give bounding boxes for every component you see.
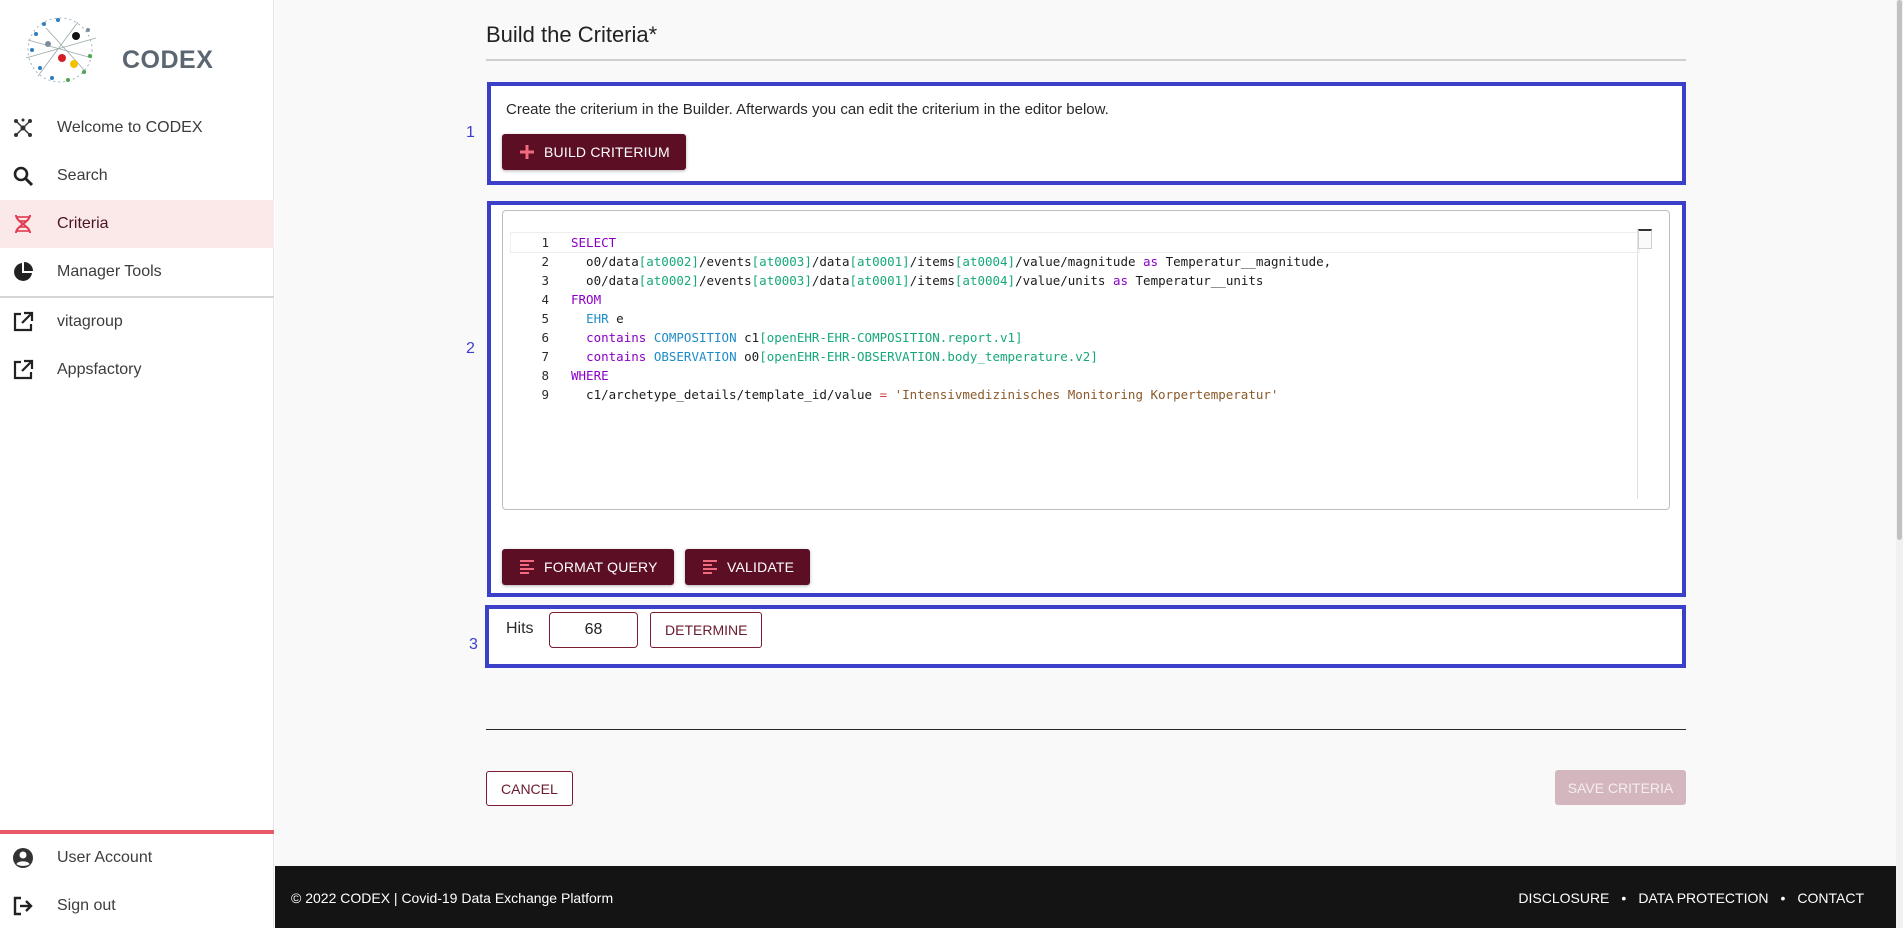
hits-label: Hits — [506, 620, 534, 637]
sidebar-item-label: Search — [57, 167, 108, 184]
code-line: 7 contains OBSERVATION o0[openEHR-EHR-OB… — [541, 349, 1098, 364]
format-query-label: FORMAT QUERY — [544, 559, 658, 575]
format-align-icon — [701, 558, 719, 576]
validate-label: VALIDATE — [727, 559, 795, 575]
search-icon — [11, 164, 35, 188]
code-line: 3 o0/data[at0002]/events[at0003]/data[at… — [541, 273, 1264, 288]
sidebar-item-sign-out[interactable]: Sign out — [0, 882, 274, 928]
form-divider — [486, 729, 1686, 730]
external-link-icon — [11, 310, 35, 334]
footer-link-disclosure[interactable]: DISCLOSURE — [1518, 890, 1609, 906]
sidebar-item-manager-tools[interactable]: Manager Tools — [0, 248, 274, 296]
title-divider — [486, 59, 1686, 61]
sidebar-item-label: Criteria — [57, 215, 109, 232]
build-criterium-button[interactable]: BUILD CRITERIUM — [502, 134, 686, 170]
code-line: 4 FROM — [541, 292, 602, 307]
molecule-icon — [11, 116, 35, 140]
cancel-button[interactable]: CANCEL — [486, 771, 573, 806]
sidebar-item-label: vitagroup — [57, 313, 123, 330]
sidebar-item-label: Sign out — [57, 897, 116, 914]
footer: © 2022 CODEX | Covid-19 Data Exchange Pl… — [275, 866, 1896, 928]
save-criteria-button[interactable]: SAVE CRITERIA — [1555, 770, 1686, 805]
footer-separator: • — [1780, 890, 1786, 906]
sidebar: CODEX Welcome to CODEX Search Criteria M… — [0, 0, 274, 928]
format-align-icon — [518, 558, 536, 576]
logo-text: CODEX — [122, 46, 214, 74]
footer-separator: • — [1621, 890, 1627, 906]
hits-count-field[interactable] — [549, 612, 638, 648]
step-number-1: 1 — [466, 124, 475, 141]
sidebar-item-label: User Account — [57, 849, 153, 866]
step-number-3: 3 — [469, 636, 478, 653]
plus-icon — [518, 143, 536, 161]
sidebar-item-appsfactory[interactable]: Appsfactory — [0, 346, 274, 394]
code-line: 1 SELECT — [510, 232, 1640, 253]
builder-hint: Create the criterium in the Builder. Aft… — [506, 101, 1109, 118]
sidebar-item-label: Appsfactory — [57, 361, 142, 378]
page-title: Build the Criteria* — [486, 22, 658, 47]
dna-icon — [11, 212, 35, 236]
sidebar-item-label: Manager Tools — [57, 263, 162, 280]
validate-button[interactable]: VALIDATE — [685, 549, 811, 585]
query-editor[interactable]: 1 SELECT 2 o0/data[at0002]/events[at0003]… — [502, 210, 1670, 510]
step-number-2: 2 — [466, 340, 475, 357]
format-query-button[interactable]: FORMAT QUERY — [502, 549, 674, 585]
editor-scrollbar[interactable] — [1637, 229, 1638, 499]
pie-chart-icon — [11, 260, 35, 284]
page-scrollbar-thumb[interactable] — [1897, 0, 1902, 540]
sidebar-item-search[interactable]: Search — [0, 152, 274, 200]
editor-minimap[interactable] — [1638, 229, 1652, 249]
sidebar-item-vitagroup[interactable]: vitagroup — [0, 298, 274, 346]
sidebar-item-user-account[interactable]: User Account — [0, 834, 274, 882]
editor-content[interactable]: 1 SELECT 2 o0/data[at0002]/events[at0003]… — [510, 232, 1640, 404]
footer-links: DISCLOSURE • DATA PROTECTION • CONTACT — [1518, 890, 1864, 906]
build-criterium-label: BUILD CRITERIUM — [544, 144, 670, 160]
code-line: 2 o0/data[at0002]/events[at0003]/data[at… — [541, 254, 1332, 269]
code-line: 6 contains COMPOSITION c1[openEHR-EHR-CO… — [541, 330, 1023, 345]
footer-link-data-protection[interactable]: DATA PROTECTION — [1638, 890, 1768, 906]
account-circle-icon — [11, 846, 35, 870]
footer-link-contact[interactable]: CONTACT — [1797, 890, 1864, 906]
code-line: 5 EHR e — [541, 311, 624, 326]
code-line: 8 WHERE — [541, 368, 609, 383]
codex-logo[interactable]: CODEX — [18, 10, 213, 90]
code-line: 9 c1/archetype_details/template_id/value… — [541, 387, 1279, 402]
sidebar-item-criteria[interactable]: Criteria — [0, 200, 274, 248]
sidebar-item-label: Welcome to CODEX — [57, 119, 203, 136]
determine-button[interactable]: DETERMINE — [650, 612, 763, 648]
external-link-icon — [11, 358, 35, 382]
sign-out-icon — [11, 894, 35, 918]
sidebar-item-welcome[interactable]: Welcome to CODEX — [0, 104, 274, 152]
codex-logo-icon — [25, 17, 97, 83]
footer-copyright: © 2022 CODEX | Covid-19 Data Exchange Pl… — [291, 890, 614, 906]
